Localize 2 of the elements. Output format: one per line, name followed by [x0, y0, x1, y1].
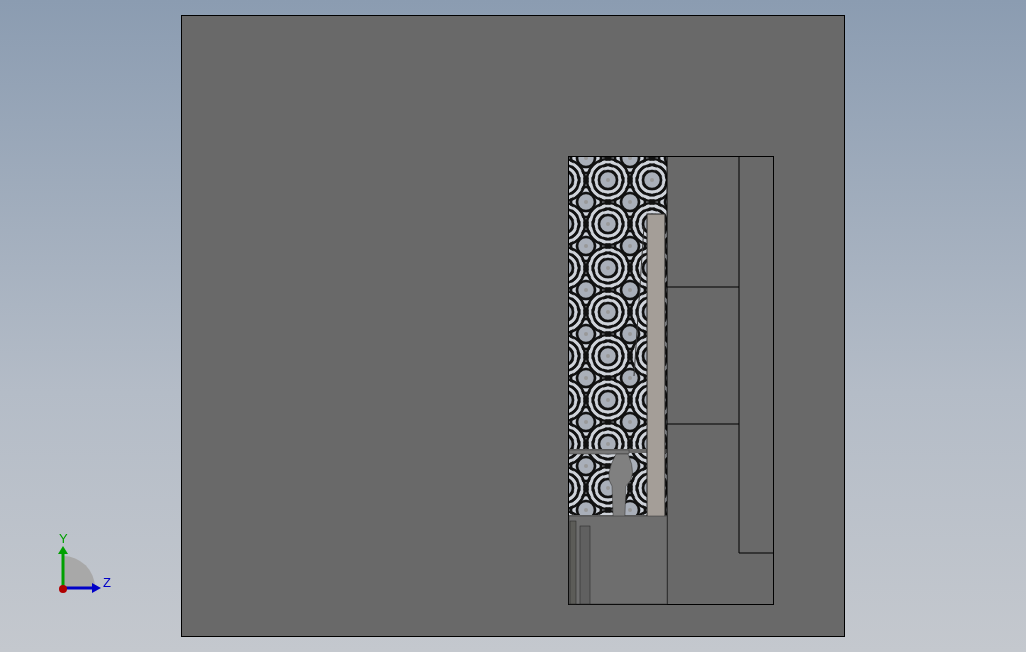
- z-axis-label: Z: [103, 576, 111, 589]
- y-axis-label: Y: [59, 532, 68, 545]
